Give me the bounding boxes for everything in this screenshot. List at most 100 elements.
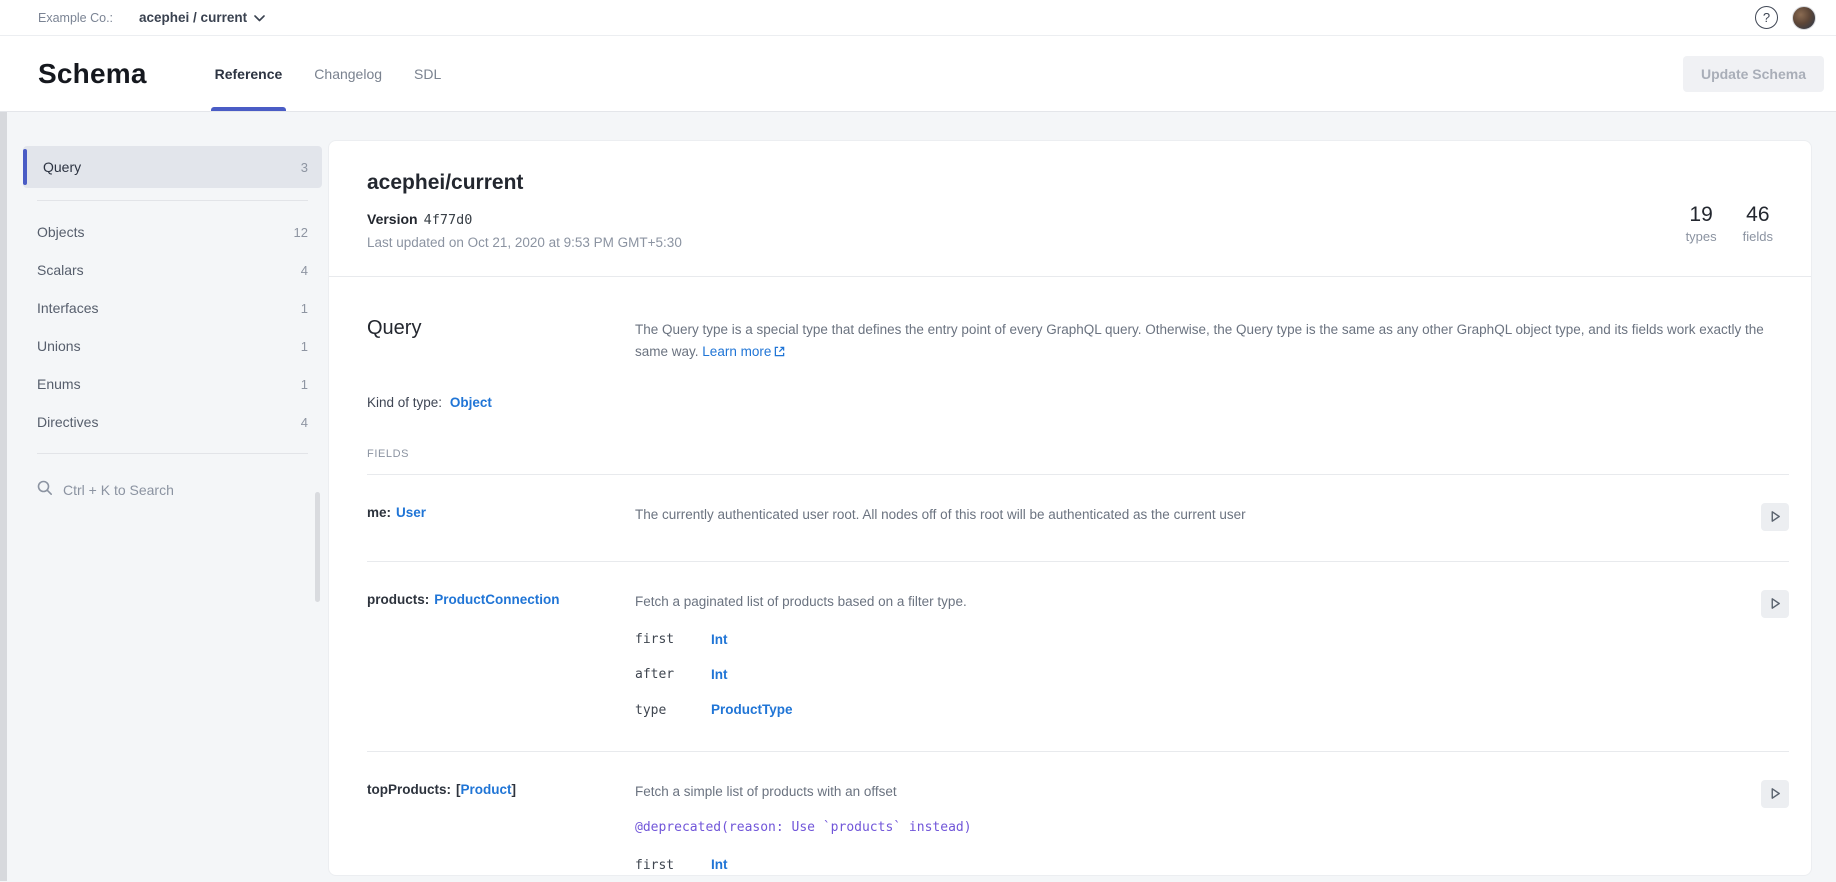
field-type-link[interactable]: ProductConnection: [434, 592, 559, 607]
tab-bar: Reference Changelog SDL: [199, 36, 458, 111]
sidebar-item-label: Directives: [37, 414, 98, 430]
sidebar-scrollbar[interactable]: [315, 492, 320, 602]
field-arguments: first Int after Int type ProductType: [635, 630, 1761, 721]
field-name: me:: [367, 505, 391, 520]
schema-sidebar: Query 3 Objects 12 Scalars 4 Interfaces …: [0, 112, 322, 881]
sidebar-item-query[interactable]: Query 3: [23, 146, 322, 188]
type-name-heading: Query: [367, 317, 635, 365]
active-tab-underline: [211, 107, 287, 111]
sidebar-item-scalars[interactable]: Scalars 4: [23, 251, 322, 289]
sidebar-item-enums[interactable]: Enums 1: [23, 365, 322, 403]
argument-type-link[interactable]: Int: [711, 665, 728, 685]
schema-stats: 19 types 46 fields: [1686, 203, 1773, 244]
content-area: Query 3 Objects 12 Scalars 4 Interfaces …: [0, 112, 1836, 881]
field-signature: topProducts:[Product]: [367, 780, 635, 876]
field-details: Fetch a simple list of products with an …: [635, 780, 1761, 876]
help-icon[interactable]: ?: [1755, 6, 1778, 29]
field-type-link[interactable]: Product: [461, 782, 512, 797]
chevron-down-icon: [254, 10, 265, 25]
field-description: Fetch a simple list of products with an …: [635, 782, 1761, 802]
sidebar-item-count: 3: [301, 160, 308, 175]
tab-changelog-label: Changelog: [314, 66, 382, 82]
sidebar-item-label: Unions: [37, 338, 81, 354]
top-bar: Example Co.: acephei / current ?: [0, 0, 1836, 36]
sidebar-item-label: Enums: [37, 376, 81, 392]
active-item-accent-bar: [23, 149, 27, 185]
sidebar-item-count: 1: [301, 301, 308, 316]
tab-sdl[interactable]: SDL: [398, 36, 457, 111]
sidebar-divider: [37, 200, 308, 201]
page-title: Schema: [38, 58, 147, 90]
argument-type-link[interactable]: Int: [711, 630, 728, 650]
run-in-explorer-button[interactable]: [1761, 780, 1789, 808]
last-updated-text: Last updated on Oct 21, 2020 at 9:53 PM …: [367, 235, 682, 250]
tab-sdl-label: SDL: [414, 66, 441, 82]
run-in-explorer-button[interactable]: [1761, 503, 1789, 531]
sidebar-item-directives[interactable]: Directives 4: [23, 403, 322, 441]
field-signature: me: User: [367, 503, 635, 531]
type-description-text: The Query type is a special type that de…: [635, 322, 1764, 359]
argument-type-link[interactable]: ProductType: [711, 700, 793, 720]
tab-changelog[interactable]: Changelog: [298, 36, 398, 111]
stat-fields-label: fields: [1743, 229, 1773, 244]
page-header: Schema Reference Changelog SDL Update Sc…: [0, 36, 1836, 112]
run-in-explorer-button[interactable]: [1761, 590, 1789, 618]
tab-reference[interactable]: Reference: [199, 36, 299, 111]
type-description: The Query type is a special type that de…: [635, 317, 1789, 365]
field-description: Fetch a paginated list of products based…: [635, 592, 1761, 612]
schema-meta: acephei/current Version4f77d0 Last updat…: [367, 171, 682, 250]
kind-of-type-label: Kind of type:: [367, 395, 442, 410]
deprecated-annotation: @deprecated(reason: Use `products` inste…: [635, 818, 1761, 838]
sidebar-item-label: Interfaces: [37, 300, 98, 316]
tab-reference-label: Reference: [215, 66, 283, 82]
sidebar-item-label: Scalars: [37, 262, 84, 278]
sidebar-item-unions[interactable]: Unions 1: [23, 327, 322, 365]
sidebar-item-count: 4: [301, 415, 308, 430]
argument-row: after Int: [635, 665, 1761, 685]
sidebar-item-count: 1: [301, 339, 308, 354]
kind-of-type-row: Kind of type: Object: [367, 395, 1789, 410]
stat-types: 19 types: [1686, 203, 1717, 244]
argument-name: type: [635, 701, 693, 721]
schema-search-trigger[interactable]: Ctrl + K to Search: [23, 466, 322, 513]
field-row-topproducts: topProducts:[Product] Fetch a simple lis…: [367, 752, 1789, 876]
field-arguments: first Int: [635, 855, 1761, 875]
argument-name: first: [635, 630, 693, 650]
kind-of-type-link[interactable]: Object: [450, 395, 492, 410]
stat-types-label: types: [1686, 229, 1717, 244]
update-schema-button[interactable]: Update Schema: [1683, 56, 1824, 92]
sidebar-item-count: 4: [301, 263, 308, 278]
field-type-link[interactable]: User: [396, 505, 426, 520]
sidebar-item-count: 12: [294, 225, 308, 240]
graph-selector-label: acephei / current: [139, 10, 247, 25]
argument-row: first Int: [635, 630, 1761, 650]
argument-row: first Int: [635, 855, 1761, 875]
user-avatar[interactable]: [1792, 6, 1816, 30]
org-label: Example Co.:: [38, 11, 113, 25]
field-name: products:: [367, 592, 429, 607]
sidebar-divider: [37, 453, 308, 454]
sidebar-item-label: Query: [43, 159, 81, 175]
search-icon: [37, 480, 53, 499]
sidebar-item-interfaces[interactable]: Interfaces 1: [23, 289, 322, 327]
argument-name: after: [635, 665, 693, 685]
argument-type-link[interactable]: Int: [711, 855, 728, 875]
graph-selector-dropdown[interactable]: acephei / current: [139, 10, 265, 25]
external-link-icon: [774, 342, 785, 364]
version-value: 4f77d0: [424, 212, 473, 228]
learn-more-link[interactable]: Learn more: [702, 344, 771, 359]
sidebar-item-objects[interactable]: Objects 12: [23, 213, 322, 251]
sidebar-item-count: 1: [301, 377, 308, 392]
topbar-actions: ?: [1755, 6, 1816, 30]
field-description: The currently authenticated user root. A…: [635, 503, 1761, 531]
stat-fields: 46 fields: [1743, 203, 1773, 244]
sidebar-item-label: Objects: [37, 224, 84, 240]
argument-row: type ProductType: [635, 700, 1761, 720]
field-row-me: me: User The currently authenticated user…: [367, 475, 1789, 562]
argument-name: first: [635, 856, 693, 876]
version-label: Version: [367, 211, 418, 227]
stat-fields-value: 46: [1743, 203, 1773, 227]
schema-card-header: acephei/current Version4f77d0 Last updat…: [329, 141, 1811, 277]
section-head: Query The Query type is a special type t…: [367, 317, 1789, 365]
fields-section-label: FIELDS: [367, 448, 1789, 475]
